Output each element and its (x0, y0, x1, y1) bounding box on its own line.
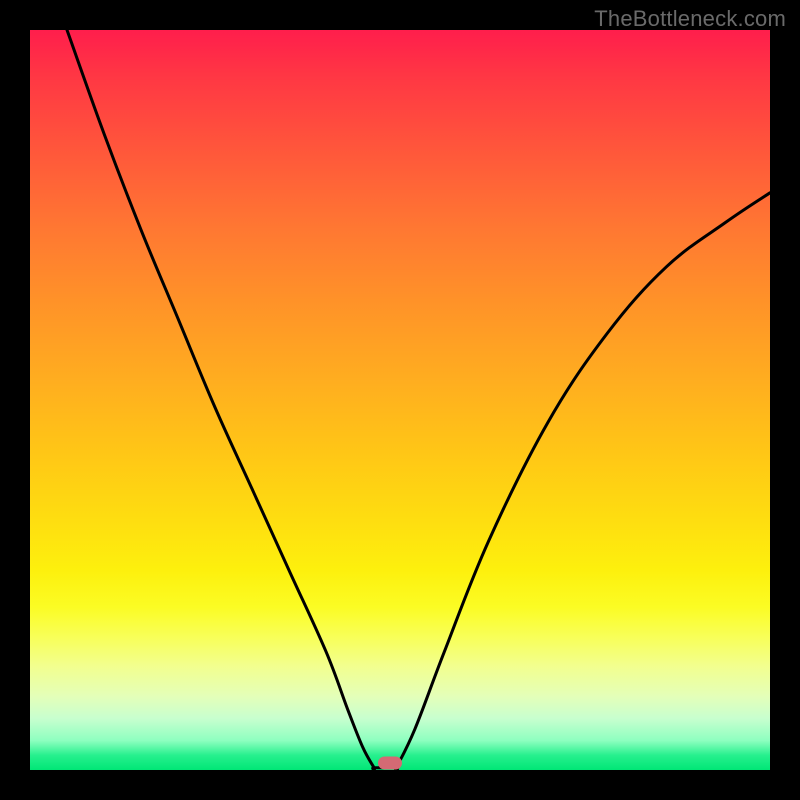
bottleneck-curve (30, 30, 770, 770)
minimum-marker (378, 756, 402, 769)
watermark-text: TheBottleneck.com (594, 6, 786, 32)
chart-frame: TheBottleneck.com (0, 0, 800, 800)
plot-area (30, 30, 770, 770)
